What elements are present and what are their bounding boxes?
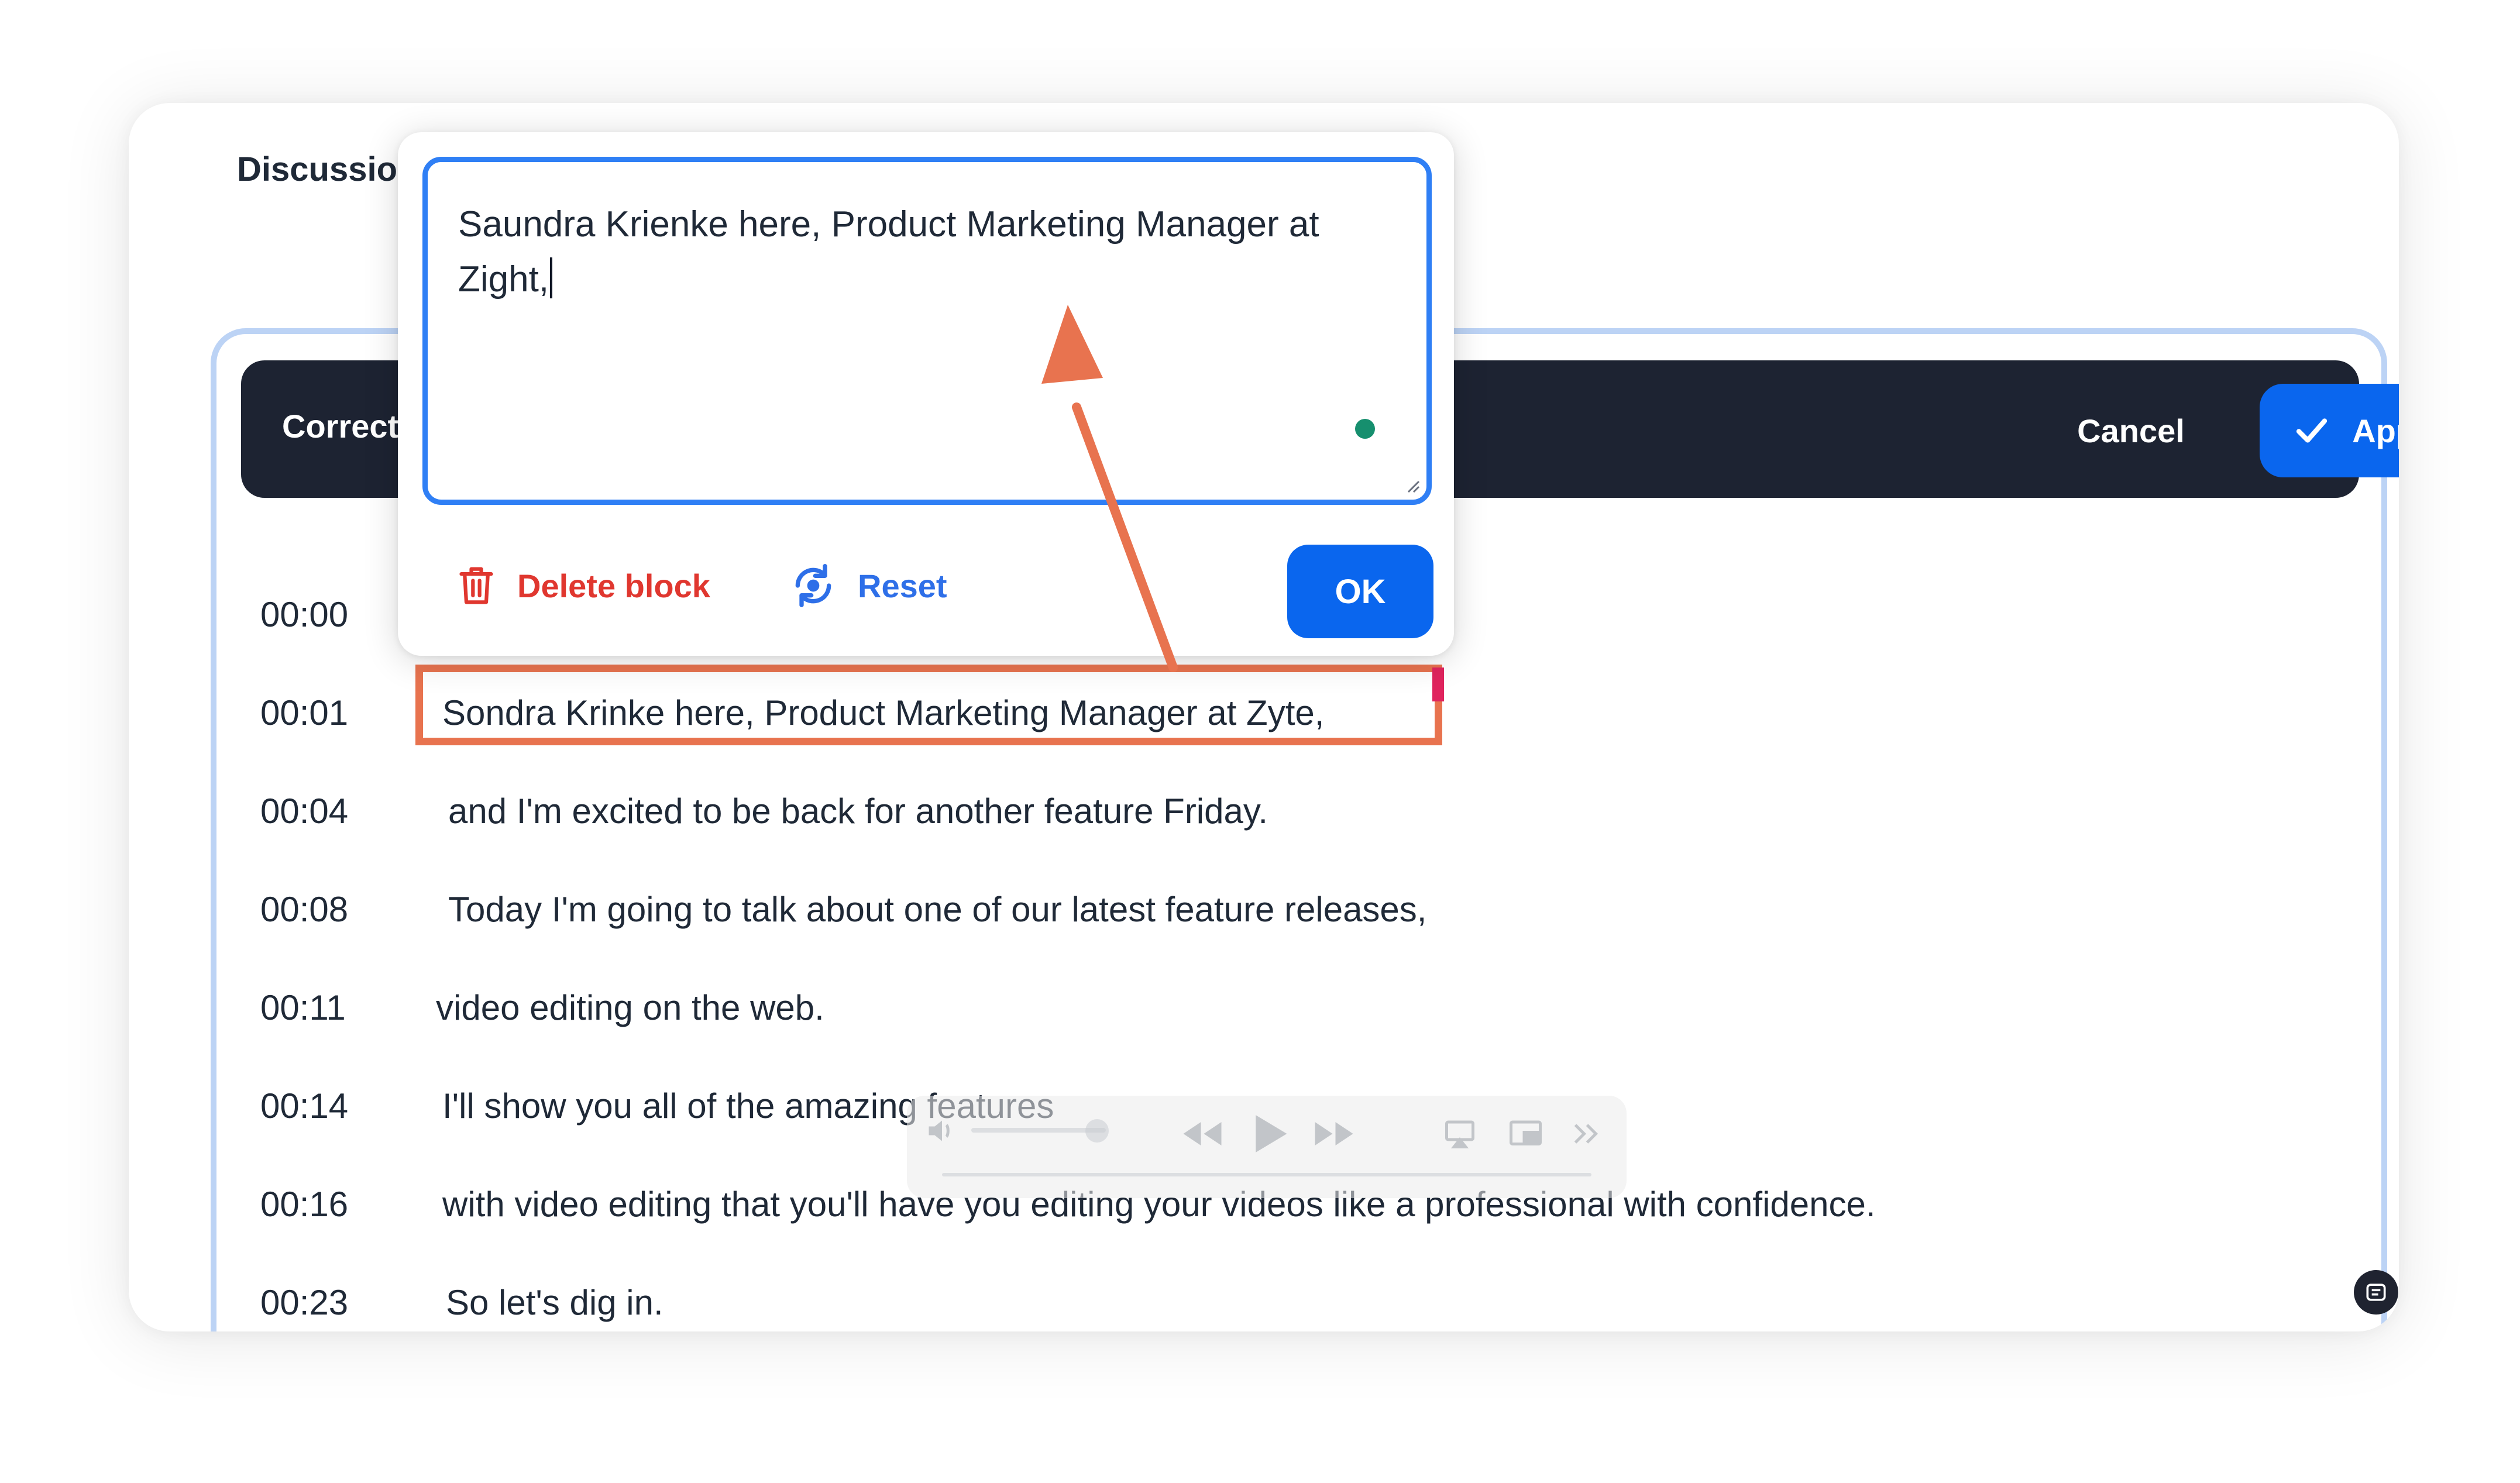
- timestamp: 00:00: [260, 595, 349, 634]
- timestamp: 00:08: [260, 890, 349, 929]
- section-title: Discussion: [237, 150, 418, 188]
- transcript-text[interactable]: So let's dig in.: [446, 1282, 663, 1323]
- play-icon[interactable]: [1243, 1107, 1293, 1160]
- ok-button[interactable]: OK: [1287, 545, 1433, 638]
- editor-text: Saundra Krienke here, Product Marketing …: [458, 204, 1319, 300]
- rewind-icon[interactable]: [1179, 1116, 1226, 1151]
- block-text-editor[interactable]: Saundra Krienke here, Product Marketing …: [422, 157, 1432, 505]
- reset-button[interactable]: Reset: [790, 553, 947, 618]
- transcript-text[interactable]: video editing on the web.: [436, 987, 824, 1028]
- edit-block-popover: Saundra Krienke here, Product Marketing …: [398, 132, 1454, 656]
- volume-knob[interactable]: [1085, 1119, 1109, 1143]
- apply-label: Apply: [2352, 412, 2399, 449]
- timestamp: 00:14: [260, 1086, 349, 1126]
- trash-icon: [459, 567, 493, 604]
- cancel-button[interactable]: Cancel: [2072, 398, 2189, 463]
- transcript-text[interactable]: Today I'm going to talk about one of our…: [448, 889, 1426, 930]
- status-dot: [1355, 419, 1375, 439]
- timestamp: 00:23: [260, 1283, 349, 1322]
- reset-icon: [795, 564, 831, 607]
- editor-card: Discussion Corrections Cancel Apply 00:0…: [129, 103, 2399, 1331]
- timestamp: 00:01: [260, 693, 349, 732]
- text-caret: [550, 257, 553, 298]
- progress-bar[interactable]: [942, 1173, 1591, 1176]
- selection-marker: [1432, 667, 1444, 701]
- pip-icon[interactable]: [1507, 1116, 1545, 1151]
- highlight-annotation-box: [415, 665, 1442, 745]
- timestamp: 00:16: [260, 1185, 349, 1224]
- apply-button[interactable]: Apply: [2260, 384, 2399, 477]
- transcript-badge-icon[interactable]: [2354, 1270, 2398, 1315]
- resize-handle-icon[interactable]: [1403, 476, 1421, 494]
- delete-block-label: Delete block: [517, 567, 710, 604]
- airplay-icon[interactable]: [1442, 1116, 1477, 1151]
- fast-forward-icon[interactable]: [1311, 1116, 1357, 1151]
- skip-icon[interactable]: [1568, 1116, 1603, 1151]
- delete-block-button[interactable]: Delete block: [456, 553, 710, 618]
- reset-label: Reset: [858, 567, 947, 604]
- transcript-text[interactable]: and I'm excited to be back for another f…: [448, 791, 1268, 831]
- timestamp: 00:04: [260, 792, 349, 831]
- volume-icon[interactable]: [924, 1113, 960, 1148]
- video-player-controls[interactable]: [907, 1096, 1627, 1198]
- check-icon: [2296, 418, 2328, 443]
- timestamp: 00:11: [260, 988, 346, 1027]
